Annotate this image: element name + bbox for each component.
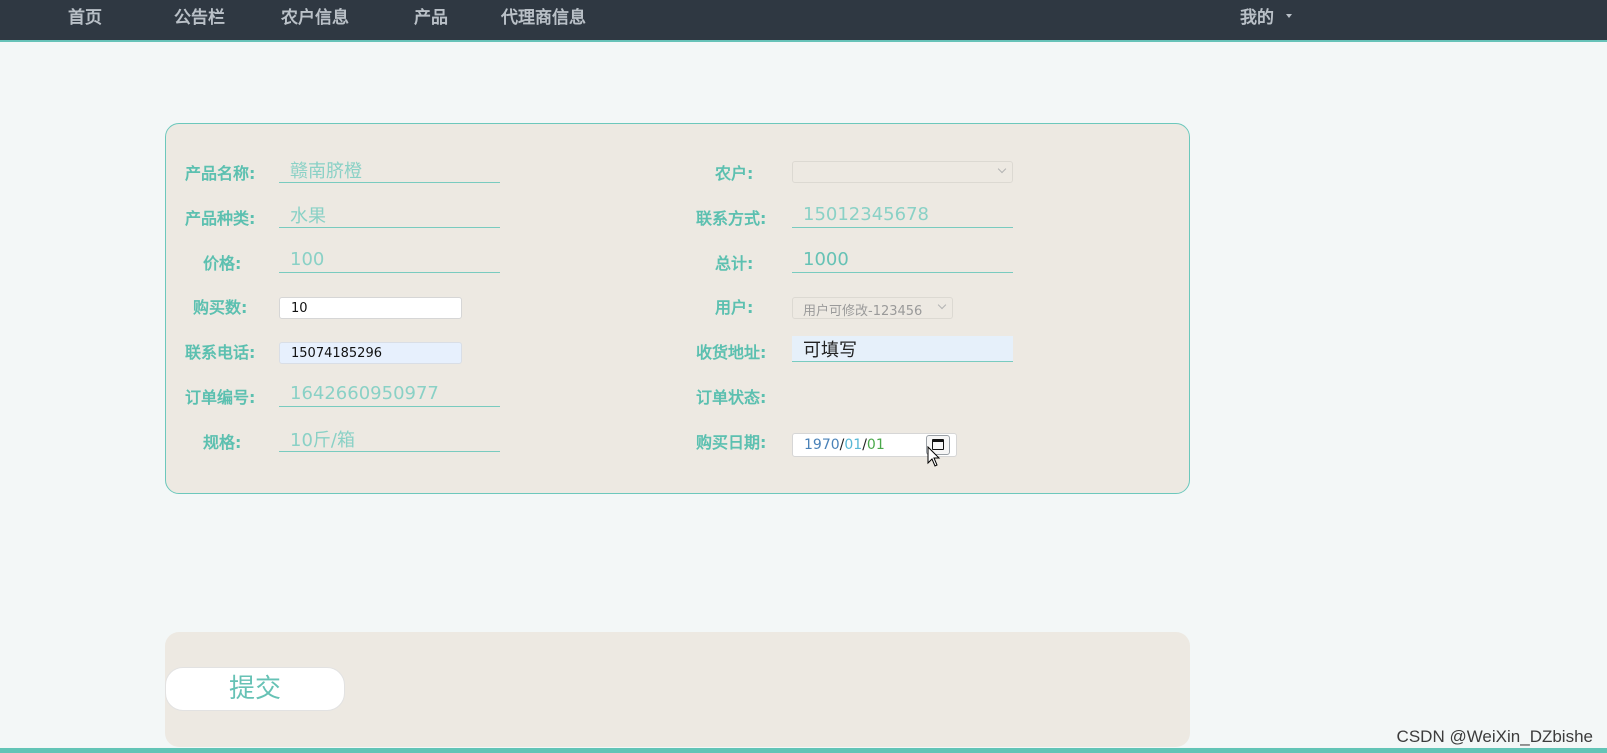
chevron-down-icon <box>937 300 947 310</box>
date-year[interactable]: 1970 <box>804 437 840 453</box>
label-spec: 规格: <box>203 433 242 452</box>
label-order-number: 订单编号: <box>185 388 256 407</box>
bottom-accent-bar <box>0 748 1607 753</box>
user-select[interactable]: 用户可修改-123456 <box>792 297 953 319</box>
nav-item-home[interactable]: 首页 <box>68 3 102 28</box>
contact-method-input[interactable] <box>792 202 1013 228</box>
label-contact-method: 联系方式: <box>696 209 767 228</box>
action-panel: 提交 <box>165 632 1190 747</box>
date-month[interactable]: 01 <box>844 437 862 453</box>
label-price: 价格: <box>203 254 242 273</box>
nav-item-farmer-info[interactable]: 农户信息 <box>281 3 349 28</box>
chevron-down-icon <box>997 164 1007 174</box>
spec-input[interactable] <box>279 426 500 452</box>
order-form: 产品名称: 产品种类: 价格: 购买数: 联系电话: 订单编号: 规格: 农户:… <box>165 123 1190 494</box>
nav-item-agent-info[interactable]: 代理商信息 <box>501 3 586 28</box>
date-day[interactable]: 01 <box>867 437 885 453</box>
price-input[interactable] <box>279 247 500 273</box>
label-contact-phone: 联系电话: <box>185 343 256 362</box>
product-name-input[interactable] <box>279 157 500 183</box>
order-number-input[interactable] <box>279 381 500 407</box>
watermark: CSDN @WeiXin_DZbishe <box>1396 727 1593 746</box>
nav-item-products[interactable]: 产品 <box>414 3 448 28</box>
label-order-status: 订单状态: <box>696 388 767 407</box>
mouse-cursor-icon <box>927 446 941 467</box>
label-farmer: 农户: <box>715 164 754 183</box>
label-product-category: 产品种类: <box>185 209 256 228</box>
product-category-input[interactable] <box>279 202 500 228</box>
purchase-date-text: 1970/01/01 <box>804 437 885 453</box>
label-shipping-address: 收货地址: <box>696 343 767 362</box>
total-input[interactable] <box>792 247 1013 273</box>
label-user: 用户: <box>715 298 754 317</box>
nav-item-notice-board[interactable]: 公告栏 <box>174 3 225 28</box>
user-menu[interactable]: 我的 <box>1240 3 1292 28</box>
label-total: 总计: <box>715 254 754 273</box>
label-purchase-date: 购买日期: <box>696 433 767 452</box>
label-product-name: 产品名称: <box>185 164 256 183</box>
user-select-value: 用户可修改-123456 <box>803 304 923 319</box>
farmer-select[interactable] <box>792 161 1013 183</box>
quantity-input[interactable] <box>279 297 462 319</box>
submit-button[interactable]: 提交 <box>165 667 345 711</box>
shipping-address-input[interactable] <box>792 336 1013 362</box>
top-navbar: 首页 公告栏 农户信息 产品 代理商信息 我的 <box>0 0 1607 42</box>
caret-down-icon <box>1286 14 1292 18</box>
label-quantity: 购买数: <box>193 298 248 317</box>
user-menu-label: 我的 <box>1240 8 1274 28</box>
contact-phone-input[interactable] <box>279 342 462 364</box>
